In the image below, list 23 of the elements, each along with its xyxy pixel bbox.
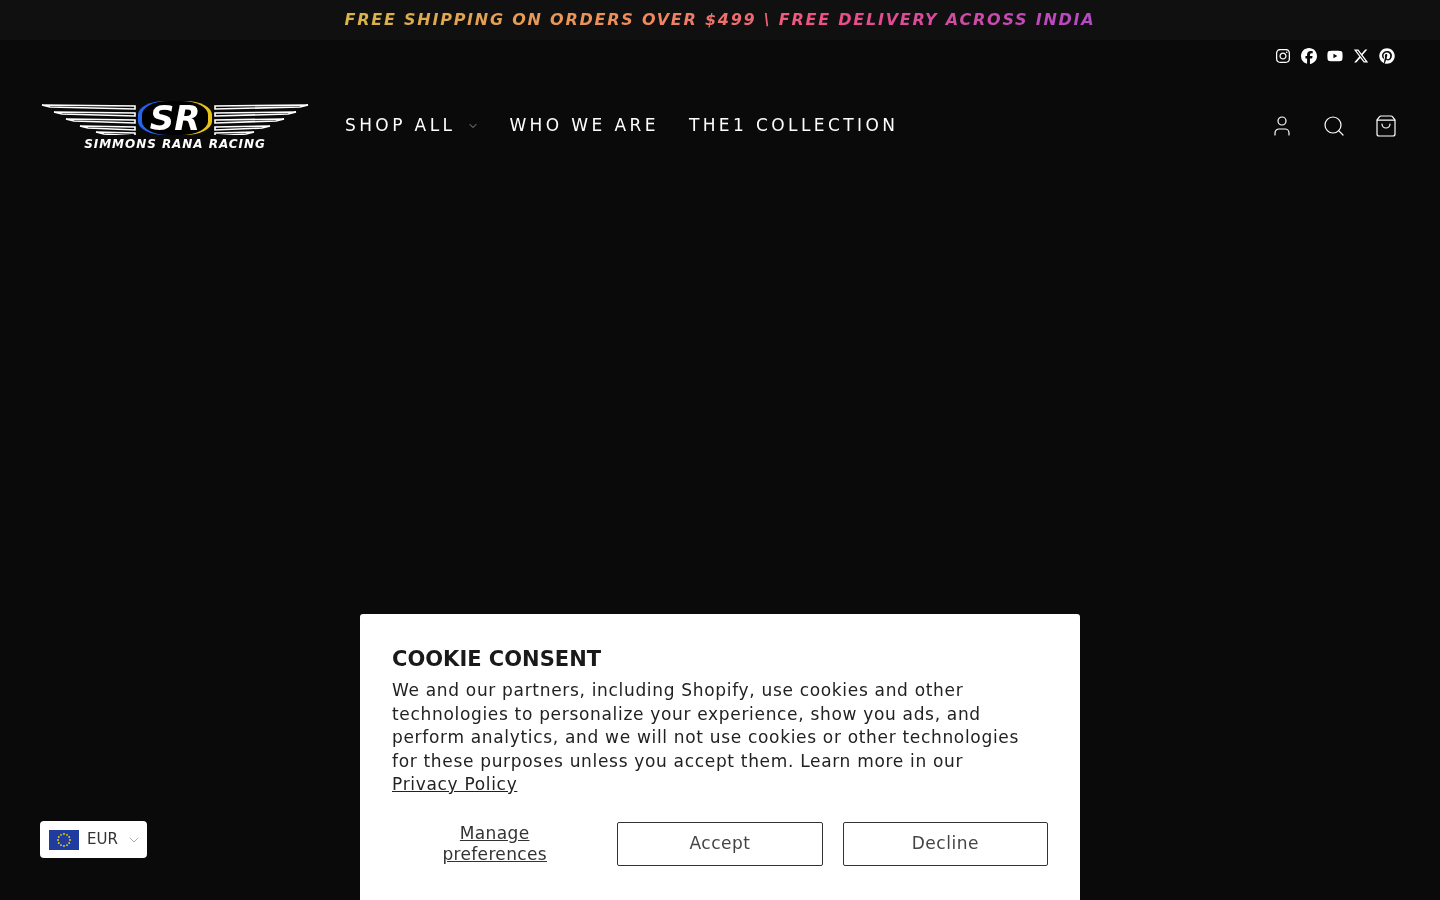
youtube-icon[interactable] xyxy=(1327,48,1343,64)
consent-button[interactable]: Decline xyxy=(842,821,1048,866)
facebook-icon[interactable] xyxy=(1301,48,1317,64)
pinterest-icon[interactable] xyxy=(1379,48,1395,64)
instagram-icon[interactable] xyxy=(1275,48,1291,64)
eu-flag-icon xyxy=(49,829,79,850)
logo-monogram: SR xyxy=(141,101,209,135)
search-icon[interactable] xyxy=(1322,114,1346,138)
cookie-consent-text: We and our partners, including Shopify, use cookies and other technologies to personalize your experience, show you ads, and perform analytics, and we will not use cookies or other technologies for these purposes unless you accept them. Learn more in our Privacy Policy xyxy=(392,679,1020,796)
nav-link[interactable]: SHOP ALL xyxy=(345,113,480,139)
cookie-consent-title: COOKIE CONSENT xyxy=(392,646,603,672)
currency-code: EUR xyxy=(87,829,118,851)
currency-selector[interactable]: EUR xyxy=(40,821,147,858)
bag-icon[interactable] xyxy=(1374,114,1398,138)
logo-wordmark: SIMMONS RANA RACING xyxy=(84,137,266,151)
consent-button[interactable]: Accept xyxy=(617,821,823,866)
x-icon[interactable] xyxy=(1353,48,1369,64)
nav-link[interactable]: WHO WE ARE xyxy=(509,113,659,139)
wing-icon xyxy=(39,101,136,135)
manage-preferences-link[interactable]: Manage preferences xyxy=(419,822,570,865)
privacy-policy-link[interactable]: Privacy Policy xyxy=(392,774,518,794)
wing-icon xyxy=(214,101,311,135)
nav-link[interactable]: THE1 COLLECTION xyxy=(688,113,899,139)
